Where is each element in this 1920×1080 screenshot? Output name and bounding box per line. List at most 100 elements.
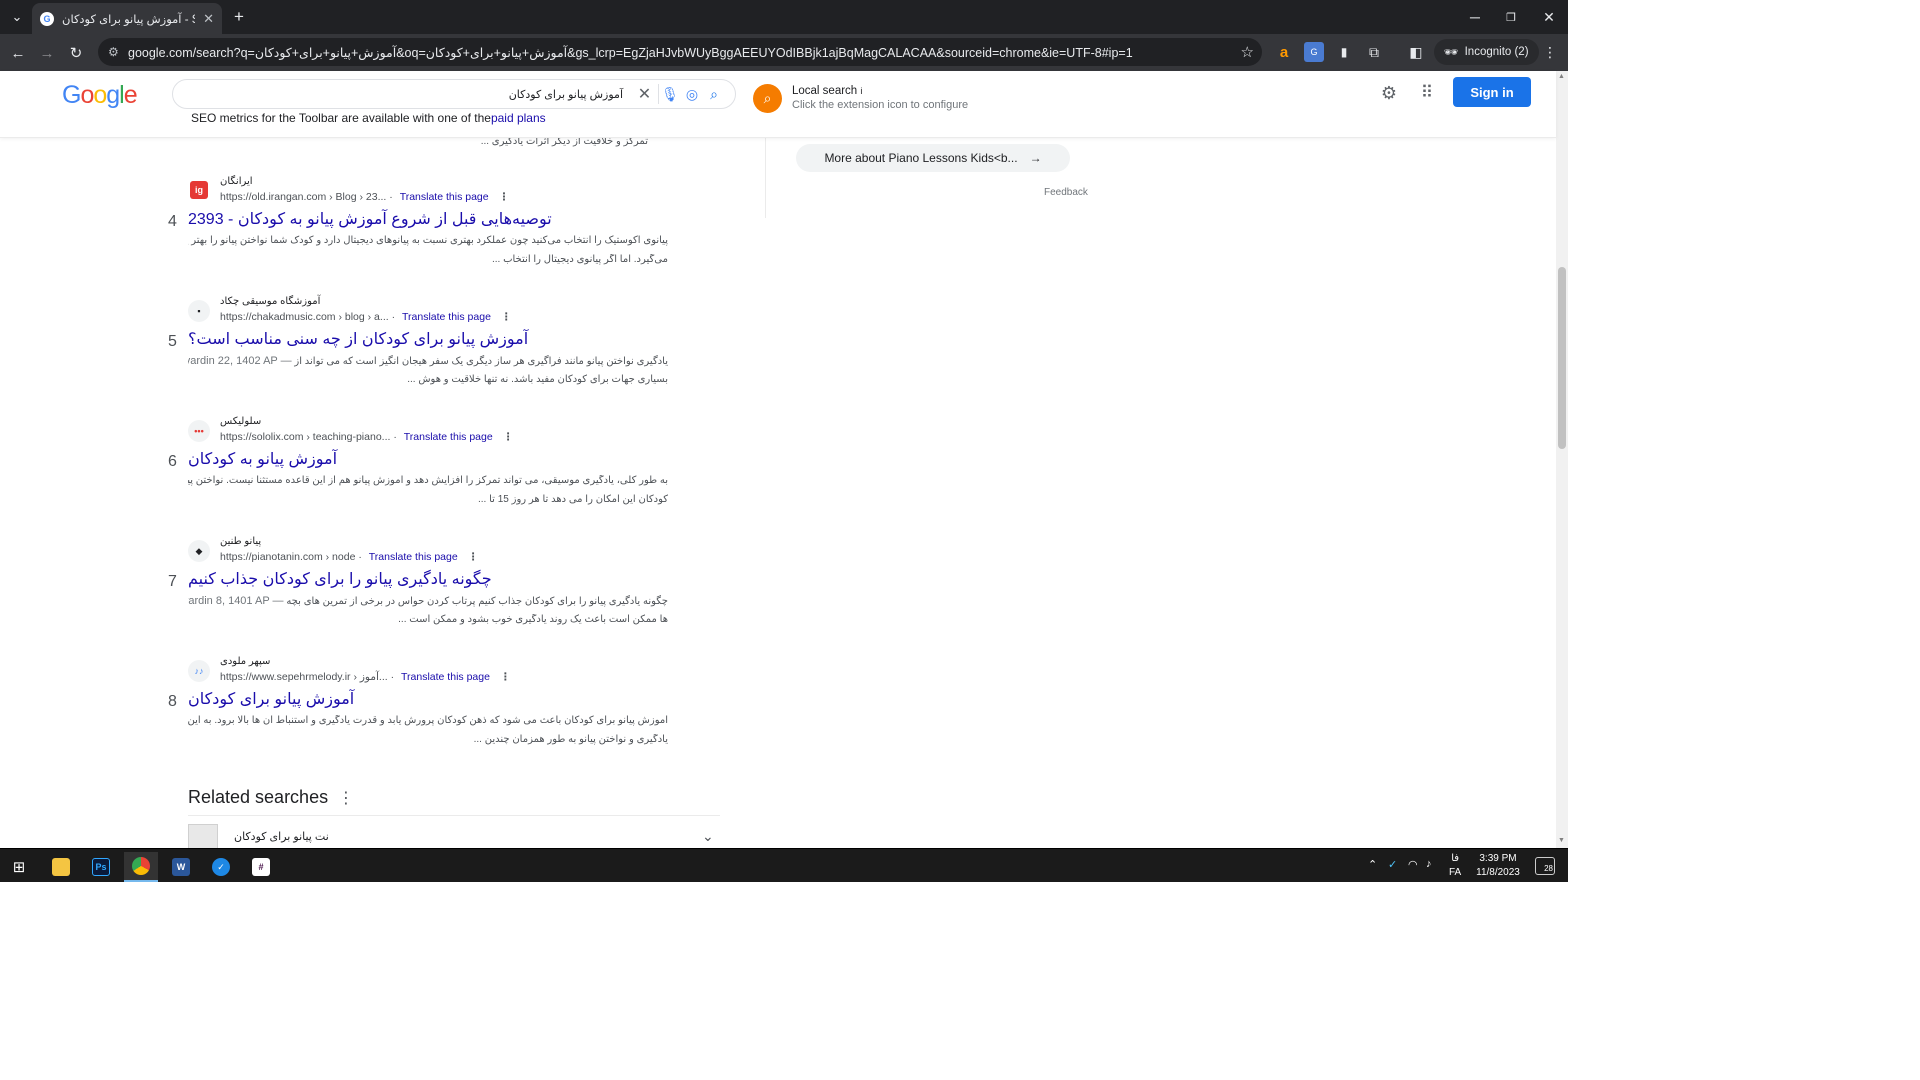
result-title[interactable]: توصیه‌هایی قبل از شروع آموزش پیانو به کو… xyxy=(188,209,552,229)
info-icon[interactable]: i xyxy=(860,86,862,96)
volume-icon[interactable]: ♪ xyxy=(1426,858,1432,870)
voice-search-icon[interactable]: 🎙 xyxy=(659,86,681,103)
amazon-extension-icon[interactable]: a xyxy=(1274,42,1294,62)
close-window-icon[interactable]: ✕ xyxy=(1526,0,1568,34)
photoshop-icon[interactable]: Ps xyxy=(84,852,118,882)
incognito-icon: 🕶 xyxy=(1444,47,1459,59)
start-windows-icon[interactable]: ⊞ xyxy=(2,852,36,882)
site-name[interactable]: آموزشگاه موسیقی چکاد xyxy=(220,296,320,307)
translate-link[interactable]: Translate this page xyxy=(401,671,490,683)
result-number: 5 xyxy=(168,333,177,350)
more-options-icon[interactable]: ⋮ xyxy=(503,431,514,443)
paid-plans-link[interactable]: paid plans xyxy=(491,111,546,125)
result-title[interactable]: آموزش پیانو برای کودکان xyxy=(188,689,354,709)
translate-link[interactable]: Translate this page xyxy=(404,431,493,443)
result-title[interactable]: چگونه یادگیری پیانو را برای کودکان جذاب … xyxy=(188,569,492,589)
result-url[interactable]: https://pianotanin.com › node xyxy=(220,551,355,563)
google-logo[interactable]: Google xyxy=(62,81,138,110)
url-text[interactable]: google.com/search?q=آموزش+پیانو+برای+کود… xyxy=(128,45,1241,60)
tray-vpn-icon[interactable]: ✓ xyxy=(1388,858,1397,871)
more-options-icon[interactable]: ⋮ xyxy=(501,311,512,323)
related-search-item[interactable]: نت پیانو برای کودکان xyxy=(234,830,329,843)
clear-icon[interactable]: ✕ xyxy=(637,84,659,104)
result-snippet-line: آموزش پیانو برای کودکان باعث می شود که ذ… xyxy=(188,715,668,726)
settings-gear-icon[interactable]: ⚙ xyxy=(1378,83,1400,105)
site-name[interactable]: ایرانگان xyxy=(220,176,253,187)
site-favicon-icon: ♪♪ xyxy=(188,660,210,682)
notification-center-icon[interactable]: 28 xyxy=(1535,857,1555,875)
translate-link[interactable]: Translate this page xyxy=(400,191,489,203)
feedback-link[interactable]: Feedback xyxy=(1044,187,1088,198)
bookmark-star-icon[interactable]: ☆ xyxy=(1241,43,1254,61)
more-options-icon[interactable]: ⋮ xyxy=(499,191,510,203)
search-icon[interactable]: ⌕ xyxy=(703,86,725,103)
scroll-up-icon[interactable]: ▲ xyxy=(1558,73,1565,80)
google-favicon-icon: G xyxy=(40,11,54,26)
result-url[interactable]: https://sololix.com › teaching-piano... xyxy=(220,431,390,443)
translate-link[interactable]: Translate this page xyxy=(402,311,491,323)
result-snippet-line: بسیاری جهات برای کودکان مفید باشد. نه تن… xyxy=(407,374,668,385)
language-fa-label: فا xyxy=(1451,853,1460,864)
chrome-icon[interactable] xyxy=(124,852,158,882)
lens-icon[interactable]: ◎ xyxy=(681,86,703,103)
result-title[interactable]: آموزش پیانو به کودکان xyxy=(188,449,337,469)
result-cite: https://old.irangan.com › Blog › 23... ·… xyxy=(220,191,510,203)
related-searches-title: Related searches xyxy=(188,787,329,807)
tray-chevron-icon[interactable]: ⌃ xyxy=(1368,858,1377,871)
translate-link[interactable]: Translate this page xyxy=(369,551,458,563)
file-explorer-icon[interactable] xyxy=(44,852,78,882)
search-results: تمرکز و خلاقیت از دیگر اثرات یادگیری ...… xyxy=(0,138,760,848)
vpn-icon[interactable]: ✓ xyxy=(204,852,238,882)
translate-extension-icon[interactable]: G xyxy=(1304,42,1324,62)
result-snippet-line: پیانوی آکوستیک را انتخاب می‌کنید چون عمل… xyxy=(188,235,668,246)
close-tab-icon[interactable]: ✕ xyxy=(203,11,214,27)
local-search-icon[interactable]: ⌕ xyxy=(753,84,782,113)
result-url[interactable]: https://old.irangan.com › Blog › 23... xyxy=(220,191,386,203)
more-options-icon[interactable]: ⋮ xyxy=(500,671,511,683)
browser-tab[interactable]: G آموزش پیانو برای کودکان - Search ✕ xyxy=(32,3,222,34)
system-clock[interactable]: 3:39 PM 11/8/2023 xyxy=(1470,852,1526,880)
page-scrollbar[interactable]: ▲ ▼ xyxy=(1556,71,1568,848)
word-icon[interactable]: W xyxy=(164,852,198,882)
more-about-button[interactable]: More about Piano Lessons Kids<b... → xyxy=(796,144,1070,172)
more-about-label: More about Piano Lessons Kids<b... xyxy=(824,151,1018,165)
knowledge-side-panel: More about Piano Lessons Kids<b... → Fee… xyxy=(765,138,1105,218)
site-favicon-icon: ▪ xyxy=(188,300,210,322)
related-more-icon[interactable]: ⋮ xyxy=(338,788,354,808)
reload-icon[interactable]: ↻ xyxy=(63,40,89,66)
result-url[interactable]: https://chakadmusic.com › blog › a... xyxy=(220,311,389,323)
seo-extension-icon[interactable]: ▮ xyxy=(1334,42,1354,62)
extensions-puzzle-icon[interactable]: ⧉ xyxy=(1364,42,1384,62)
slack-icon[interactable]: # xyxy=(244,852,278,882)
google-apps-icon[interactable]: ⠿ xyxy=(1416,83,1438,105)
site-name[interactable]: سپهر ملودی xyxy=(220,656,270,667)
result-url[interactable]: https://www.sepehrmelody.ir › آموز... xyxy=(220,671,388,683)
new-tab-icon[interactable]: + xyxy=(226,4,252,30)
site-info-icon[interactable]: ⚙ xyxy=(108,45,128,59)
forward-icon[interactable]: → xyxy=(34,40,60,66)
search-query[interactable]: آموزش پیانو برای کودکان xyxy=(183,88,637,101)
chevron-down-icon[interactable]: ⌄ xyxy=(702,828,714,845)
more-options-icon[interactable]: ⋮ xyxy=(468,551,479,563)
site-name[interactable]: پیانو طنین xyxy=(220,536,261,547)
divider xyxy=(188,815,720,816)
sign-in-button[interactable]: Sign in xyxy=(1453,77,1531,107)
input-language[interactable]: فا FA xyxy=(1449,852,1461,880)
wifi-icon[interactable]: ◠ xyxy=(1408,858,1418,871)
search-box[interactable]: آموزش پیانو برای کودکان ✕ 🎙 ◎ ⌕ xyxy=(172,79,736,109)
browser-toolbar: ← → ↻ ⚙ google.com/search?q=آموزش+پیانو+… xyxy=(0,34,1568,71)
incognito-indicator[interactable]: 🕶 Incognito (2) xyxy=(1434,39,1539,65)
result-title[interactable]: آموزش پیانو برای کودکان از چه سنی مناسب … xyxy=(188,329,528,349)
tab-search-icon[interactable]: ⌄ xyxy=(4,4,30,30)
result-snippet-line: ها ممکن است باعث یک روند یادگیری خوب بشو… xyxy=(398,614,668,625)
scrollbar-thumb[interactable] xyxy=(1558,267,1566,449)
address-bar[interactable]: ⚙ google.com/search?q=آموزش+پیانو+برای+ک… xyxy=(98,38,1262,66)
site-name[interactable]: سلولیکس xyxy=(220,416,261,427)
site-favicon-icon: ig xyxy=(190,181,208,199)
result-number: 6 xyxy=(168,453,177,470)
side-panel-icon[interactable]: ◧ xyxy=(1406,42,1426,62)
scroll-down-icon[interactable]: ▼ xyxy=(1558,837,1565,844)
back-icon[interactable]: ← xyxy=(5,40,31,66)
browser-menu-icon[interactable]: ⋮ xyxy=(1540,42,1560,62)
local-search-subtitle: Click the extension icon to configure xyxy=(792,99,969,111)
